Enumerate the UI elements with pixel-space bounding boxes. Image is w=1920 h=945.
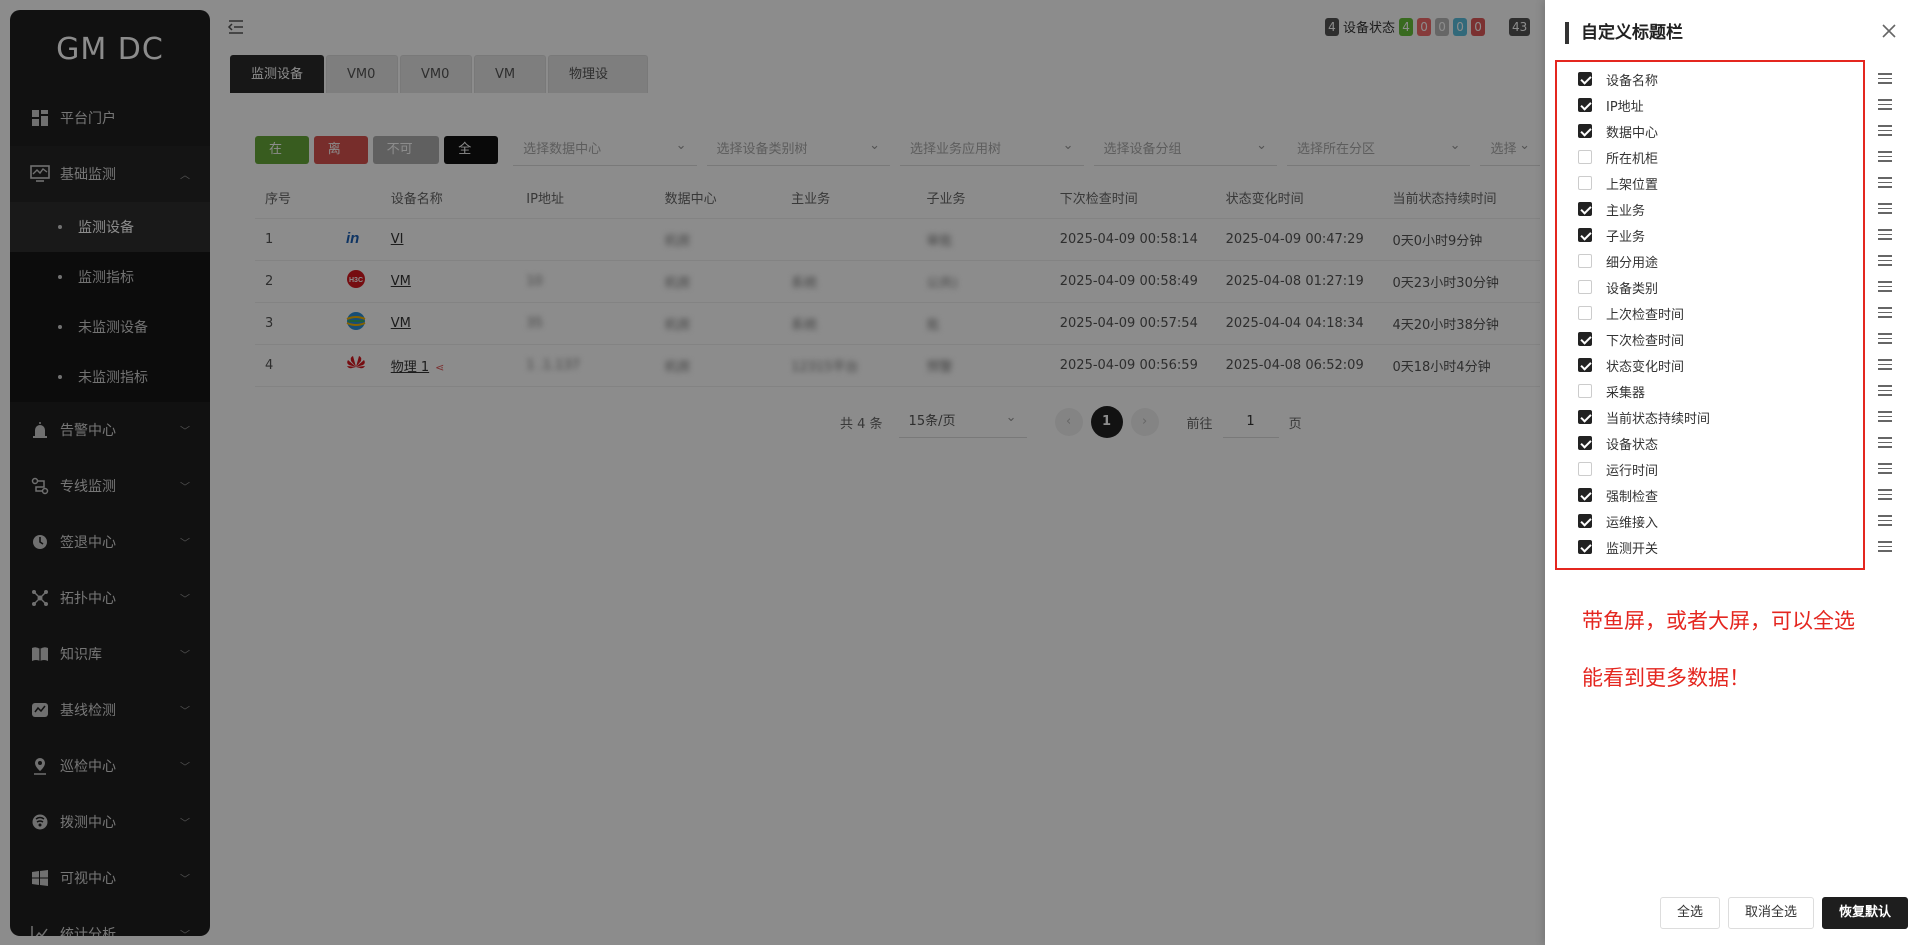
drag-handle-icon[interactable]: [1878, 307, 1892, 318]
drag-handle-icon[interactable]: [1878, 125, 1892, 136]
column-checkbox[interactable]: [1578, 436, 1592, 450]
column-option[interactable]: 强制检查: [1578, 482, 1898, 508]
drag-handle-icon[interactable]: [1878, 411, 1892, 422]
column-option[interactable]: 下次检查时间: [1578, 326, 1898, 352]
column-option[interactable]: 细分用途: [1578, 248, 1898, 274]
column-checkbox[interactable]: [1578, 540, 1592, 554]
column-option-label: 子业务: [1606, 229, 1646, 245]
column-checkbox[interactable]: [1578, 410, 1592, 424]
drag-handle-icon[interactable]: [1878, 73, 1892, 84]
drag-handle-icon[interactable]: [1878, 177, 1892, 188]
drag-handle-icon[interactable]: [1878, 359, 1892, 370]
column-checkbox[interactable]: [1578, 332, 1592, 346]
column-checkbox[interactable]: [1578, 358, 1592, 372]
column-checkbox[interactable]: [1578, 150, 1592, 164]
column-checkbox[interactable]: [1578, 228, 1592, 242]
drag-handle-icon[interactable]: [1878, 203, 1892, 214]
column-option-label: 所在机柜: [1606, 151, 1659, 167]
column-checkbox[interactable]: [1578, 202, 1592, 216]
column-checkbox[interactable]: [1578, 176, 1592, 190]
column-checkbox[interactable]: [1578, 72, 1592, 86]
drawer-footer: 全选 取消全选 恢复默认: [1659, 897, 1908, 929]
drag-handle-icon[interactable]: [1878, 515, 1892, 526]
drag-handle-icon[interactable]: [1878, 541, 1892, 552]
column-option-label: 设备类别: [1606, 281, 1659, 297]
deselect-all-button[interactable]: 取消全选: [1727, 897, 1814, 929]
column-checkbox[interactable]: [1578, 384, 1592, 398]
annotation-line-1: 带鱼屏，或者大屏，可以全选: [1582, 609, 1855, 633]
column-option[interactable]: 当前状态持续时间: [1578, 404, 1898, 430]
annotation-line-2: 能看到更多数据！: [1582, 666, 1750, 690]
column-option-label: 采集器: [1606, 385, 1646, 401]
column-checkbox[interactable]: [1578, 124, 1592, 138]
restore-default-button[interactable]: 恢复默认: [1821, 897, 1908, 929]
column-option-label: 状态变化时间: [1606, 359, 1685, 375]
column-checkbox[interactable]: [1578, 280, 1592, 294]
column-option-label: 运行时间: [1606, 463, 1659, 479]
column-list: 设备名称 IP地址数据中心所在机柜上架位置主业务子业务细分用途设备类别上次检查时间…: [1578, 66, 1898, 560]
column-option[interactable]: 采集器: [1578, 378, 1898, 404]
column-option-label: 细分用途: [1606, 255, 1659, 271]
column-option[interactable]: 数据中心: [1578, 118, 1898, 144]
drag-handle-icon[interactable]: [1878, 437, 1892, 448]
column-option-label: 上架位置: [1606, 177, 1659, 193]
drag-handle-icon[interactable]: [1878, 99, 1892, 110]
column-option[interactable]: 运行时间: [1578, 456, 1898, 482]
column-option-label: 设备状态: [1606, 437, 1659, 453]
column-checkbox[interactable]: [1578, 306, 1592, 320]
column-option-label: 下次检查时间: [1606, 333, 1685, 349]
drag-handle-icon[interactable]: [1878, 151, 1892, 162]
column-option[interactable]: 运维接入: [1578, 508, 1898, 534]
column-option-label: 监测开关: [1606, 541, 1659, 557]
column-option[interactable]: 设备状态: [1578, 430, 1898, 456]
column-option[interactable]: 主业务: [1578, 196, 1898, 222]
column-option-label: 上次检查时间: [1606, 307, 1685, 323]
column-option[interactable]: 状态变化时间: [1578, 352, 1898, 378]
column-option[interactable]: 监测开关: [1578, 534, 1898, 560]
drag-handle-icon[interactable]: [1878, 385, 1892, 396]
column-option-label: 设备名称: [1606, 73, 1659, 89]
column-option-label: 运维接入: [1606, 515, 1659, 531]
column-checkbox[interactable]: [1578, 488, 1592, 502]
drag-handle-icon[interactable]: [1878, 255, 1892, 266]
column-option[interactable]: IP地址: [1578, 92, 1898, 118]
column-option[interactable]: 子业务: [1578, 222, 1898, 248]
column-checkbox[interactable]: [1578, 462, 1592, 476]
select-all-button[interactable]: 全选: [1659, 897, 1720, 929]
column-option[interactable]: 上架位置: [1578, 170, 1898, 196]
column-option[interactable]: 上次检查时间: [1578, 300, 1898, 326]
column-option[interactable]: 设备类别: [1578, 274, 1898, 300]
column-checkbox[interactable]: [1578, 254, 1592, 268]
modal-overlay[interactable]: [0, 0, 1545, 945]
column-option-label: 强制检查: [1606, 489, 1659, 505]
drag-handle-icon[interactable]: [1878, 463, 1892, 474]
drag-handle-icon[interactable]: [1878, 281, 1892, 292]
drag-handle-icon[interactable]: [1878, 489, 1892, 500]
column-option[interactable]: 所在机柜: [1578, 144, 1898, 170]
column-option-label: 主业务: [1606, 203, 1646, 219]
close-icon[interactable]: [1880, 22, 1898, 40]
column-option[interactable]: 设备名称: [1578, 66, 1898, 92]
drag-handle-icon[interactable]: [1878, 333, 1892, 344]
column-checkbox[interactable]: [1578, 98, 1592, 112]
column-option-label: 当前状态持续时间: [1606, 411, 1711, 427]
custom-columns-drawer: 自定义标题栏 设备名称 IP地址数据中心所在机柜上架位置主业务子业务细分用途设备类…: [1545, 0, 1920, 945]
column-option-label: IP地址: [1606, 99, 1644, 115]
column-checkbox[interactable]: [1578, 514, 1592, 528]
drag-handle-icon[interactable]: [1878, 229, 1892, 240]
drawer-title: 自定义标题栏: [1565, 22, 1683, 44]
column-option-label: 数据中心: [1606, 125, 1659, 141]
